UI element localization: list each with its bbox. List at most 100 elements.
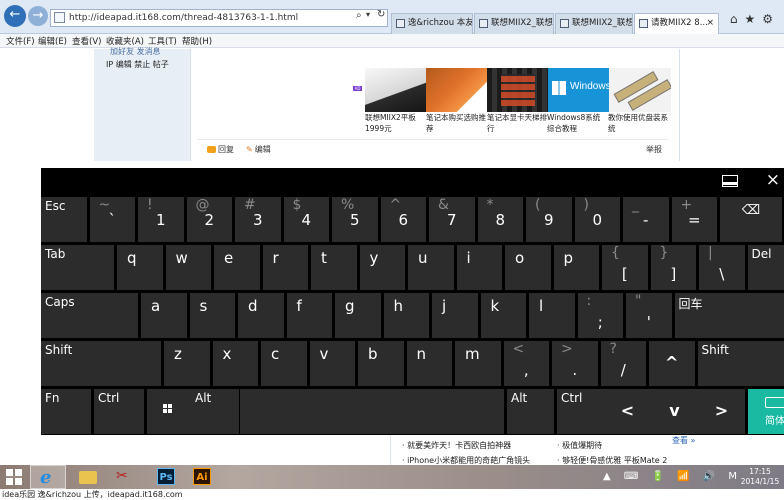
- tab-active[interactable]: 请教MIIX2 8... ×: [634, 13, 719, 34]
- list-item[interactable]: · 极值爆期待: [557, 440, 602, 451]
- key-alt[interactable]: Alt: [191, 389, 239, 434]
- thumb-usb[interactable]: [609, 68, 671, 112]
- key-j[interactable]: j: [432, 293, 478, 338]
- key-d[interactable]: d: [238, 293, 284, 338]
- refresh-icon[interactable]: ↻: [377, 9, 385, 20]
- key-shift[interactable]: Shift: [41, 341, 161, 386]
- key-punct[interactable]: | \: [699, 245, 745, 290]
- key-ctrl[interactable]: Ctrl: [557, 389, 604, 434]
- key-e[interactable]: e: [214, 245, 260, 290]
- tab-3[interactable]: 联想MIIX2_联想...: [555, 13, 633, 34]
- menu-view[interactable]: 查看(V): [72, 35, 101, 47]
- key-8[interactable]: * 8: [477, 197, 523, 242]
- toolbar-icons[interactable]: ⌂★⚙: [730, 12, 780, 26]
- key-punct[interactable]: {[: [602, 245, 648, 290]
- key-7[interactable]: & 7: [429, 197, 475, 242]
- key-x[interactable]: x: [212, 341, 258, 386]
- key-g[interactable]: g: [335, 293, 381, 338]
- forward-button[interactable]: →: [28, 6, 48, 26]
- dock-keyboard-icon[interactable]: [722, 175, 738, 187]
- key-y[interactable]: y: [359, 245, 405, 290]
- key-caps[interactable]: Caps: [41, 293, 138, 338]
- key-punct[interactable]: }]: [650, 245, 696, 290]
- key-space[interactable]: [240, 389, 504, 434]
- start-button[interactable]: [6, 469, 22, 485]
- key-回车[interactable]: 回车: [674, 293, 784, 338]
- taskbar-snipping-tool[interactable]: ✂: [106, 465, 142, 489]
- key-9[interactable]: (9: [526, 197, 572, 242]
- key-windows[interactable]: [147, 389, 197, 434]
- key-esc[interactable]: Esc: [41, 197, 87, 242]
- thumb-caption[interactable]: Windows8系统综合教程: [547, 112, 607, 134]
- key-w[interactable]: w: [165, 245, 211, 290]
- key-l[interactable]: l: [529, 293, 575, 338]
- key-fn[interactable]: Fn: [41, 389, 91, 434]
- key-p[interactable]: p: [553, 245, 599, 290]
- key--[interactable]: _ -: [623, 197, 669, 242]
- menu-help[interactable]: 帮助(H): [182, 35, 212, 47]
- key-punct[interactable]: " ': [626, 293, 672, 338]
- menu-edit[interactable]: 编辑(E): [38, 35, 67, 47]
- key-v[interactable]: v: [309, 341, 355, 386]
- thumb-tablet[interactable]: [365, 68, 427, 112]
- key-2[interactable]: @2: [186, 197, 232, 242]
- thumb-caption[interactable]: 笔记本显卡天梯排行: [487, 112, 547, 134]
- list-item[interactable]: · 就要美炸天！卡西欧自拍神器: [402, 440, 511, 451]
- menu-file[interactable]: 文件(F): [6, 35, 35, 47]
- key-h[interactable]: h: [383, 293, 429, 338]
- key-a[interactable]: a: [141, 293, 187, 338]
- key-u[interactable]: u: [408, 245, 454, 290]
- thumb-windows8[interactable]: Windows: [548, 68, 610, 112]
- system-tray[interactable]: ▲ ⌨ 🔋 📶 🔊 M: [603, 471, 742, 482]
- tab-1[interactable]: 逸&richzou 本友会: [391, 13, 473, 34]
- key-5[interactable]: % 5: [332, 197, 378, 242]
- tab-2[interactable]: 联想MIIX2_联想...: [474, 13, 554, 34]
- key-c[interactable]: c: [261, 341, 307, 386]
- key-arrow[interactable]: ^: [649, 341, 695, 386]
- key-6[interactable]: ^ 6: [380, 197, 426, 242]
- key-1[interactable]: ! 1: [138, 197, 184, 242]
- dropdown-icon[interactable]: ▾: [366, 10, 370, 19]
- edit-button[interactable]: ✎ 编辑: [246, 144, 271, 155]
- key-4[interactable]: $4: [283, 197, 329, 242]
- taskbar-explorer[interactable]: [70, 465, 106, 489]
- thumb-chart[interactable]: [487, 68, 549, 112]
- key-k[interactable]: k: [480, 293, 526, 338]
- key-n[interactable]: n: [406, 341, 452, 386]
- key-ctrl[interactable]: Ctrl: [94, 389, 144, 434]
- thumb-laptop[interactable]: [426, 68, 488, 112]
- thumb-caption[interactable]: 教你使用优盘装系统: [608, 112, 672, 134]
- key-b[interactable]: b: [358, 341, 404, 386]
- taskbar-ie[interactable]: e: [30, 465, 66, 489]
- key-punct[interactable]: :;: [577, 293, 623, 338]
- thumb-caption[interactable]: 联想MIIX2平板 1999元: [365, 112, 425, 134]
- key-punct[interactable]: >.: [552, 341, 598, 386]
- key-3[interactable]: #3: [235, 197, 281, 242]
- key-backspace[interactable]: ⌫: [720, 197, 782, 242]
- clock[interactable]: 17:15 2014/1/15: [740, 467, 780, 487]
- close-tab-icon[interactable]: ×: [706, 14, 714, 33]
- sidebar-actions[interactable]: 加好友 发消息: [110, 46, 161, 57]
- close-keyboard-button[interactable]: ×: [766, 170, 780, 190]
- taskbar-photoshop[interactable]: Ps: [148, 465, 184, 489]
- key-t[interactable]: t: [311, 245, 357, 290]
- key-i[interactable]: i: [456, 245, 502, 290]
- sidebar-links[interactable]: IP 编辑 禁止 帖子: [106, 59, 169, 70]
- search-icon[interactable]: ⌕: [356, 10, 362, 21]
- key-0[interactable]: ) 0: [574, 197, 620, 242]
- thumb-caption[interactable]: 笔记本购买选购推荐: [426, 112, 486, 134]
- key-arrow[interactable]: v: [651, 389, 698, 434]
- reply-button[interactable]: 回复: [207, 144, 234, 155]
- key-punct[interactable]: <,: [503, 341, 549, 386]
- key-arrow[interactable]: >: [698, 389, 745, 434]
- key-r[interactable]: r: [262, 245, 308, 290]
- key-punct[interactable]: ? /: [600, 341, 646, 386]
- key-alt[interactable]: Alt: [507, 389, 554, 434]
- key-shift[interactable]: Shift: [697, 341, 784, 386]
- key-o[interactable]: o: [505, 245, 551, 290]
- key-`[interactable]: ~ `: [89, 197, 135, 242]
- see-more-link[interactable]: 查看 »: [672, 435, 695, 446]
- key-tab[interactable]: Tab: [41, 245, 114, 290]
- key-q[interactable]: q: [117, 245, 163, 290]
- back-button[interactable]: ←: [4, 5, 26, 27]
